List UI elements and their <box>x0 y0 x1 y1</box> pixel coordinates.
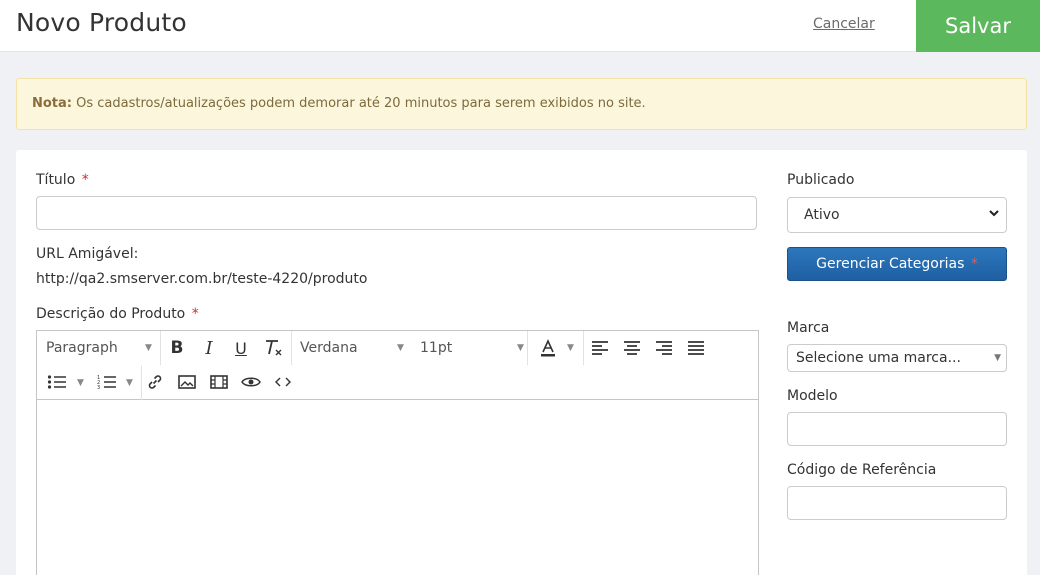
cancel-link[interactable]: Cancelar <box>813 16 875 32</box>
bullet-list-icon[interactable] <box>46 371 68 393</box>
codigo-input[interactable] <box>787 486 1007 520</box>
descricao-label: Descrição do Produto * <box>36 306 199 322</box>
align-left-icon[interactable] <box>589 337 611 359</box>
chevron-down-icon <box>988 207 1000 223</box>
chevron-down-icon[interactable]: ▼ <box>126 378 133 388</box>
note-prefix: Nota: <box>32 96 72 111</box>
align-justify-icon[interactable] <box>685 337 707 359</box>
video-icon[interactable] <box>208 371 230 393</box>
top-bar: Novo Produto Cancelar Salvar <box>0 0 1040 52</box>
info-note: Nota: Os cadastros/atualizações podem de… <box>16 78 1027 130</box>
svg-text:3: 3 <box>97 385 100 390</box>
format-select-value: Paragraph <box>46 340 118 356</box>
titulo-label: Título * <box>36 172 89 188</box>
manage-categories-label: Gerenciar Categorias <box>816 256 965 272</box>
titulo-label-text: Título <box>36 172 76 188</box>
align-right-icon[interactable] <box>653 337 675 359</box>
font-size-value: 11pt <box>420 340 453 356</box>
toolbar-divider <box>583 331 584 365</box>
underline-icon[interactable]: U <box>230 337 252 359</box>
modelo-label: Modelo <box>787 388 838 404</box>
required-mark: * <box>191 306 199 322</box>
font-select[interactable]: Verdana ▼ <box>300 331 410 365</box>
url-label: URL Amigável: <box>36 246 139 262</box>
italic-icon[interactable]: I <box>198 337 220 359</box>
numbered-list-icon[interactable]: 123 <box>96 371 118 393</box>
chevron-down-icon: ▼ <box>397 343 404 353</box>
toolbar-divider <box>160 331 161 365</box>
font-select-value: Verdana <box>300 340 358 356</box>
marca-label: Marca <box>787 320 830 336</box>
link-icon[interactable] <box>144 371 166 393</box>
chevron-down-icon: ▼ <box>994 353 1001 363</box>
chevron-down-icon: ▼ <box>517 343 524 353</box>
code-icon[interactable] <box>272 371 294 393</box>
titulo-input[interactable] <box>36 196 757 230</box>
publicado-label: Publicado <box>787 172 855 188</box>
editor-content-area[interactable] <box>37 401 758 575</box>
editor-toolbar: Paragraph ▼ B I U Verdana ▼ 11pt ▼ ▼ ▼ 1… <box>37 331 758 400</box>
codigo-label: Código de Referência <box>787 462 937 478</box>
format-select[interactable]: Paragraph ▼ <box>46 331 158 365</box>
rich-text-editor: Paragraph ▼ B I U Verdana ▼ 11pt ▼ ▼ ▼ 1… <box>36 330 759 575</box>
publicado-select[interactable]: Ativo <box>787 197 1007 233</box>
marca-select[interactable]: Selecione uma marca... ▼ <box>787 344 1007 372</box>
image-icon[interactable] <box>176 371 198 393</box>
note-text: Os cadastros/atualizações podem demorar … <box>76 96 646 111</box>
descricao-label-text: Descrição do Produto <box>36 306 186 322</box>
save-button[interactable]: Salvar <box>916 0 1040 52</box>
publicado-value: Ativo <box>804 207 840 223</box>
align-center-icon[interactable] <box>621 337 643 359</box>
font-size-select[interactable]: 11pt ▼ <box>420 331 525 365</box>
chevron-down-icon: ▼ <box>145 343 152 353</box>
required-mark: * <box>970 256 978 272</box>
font-color-icon[interactable] <box>537 337 559 359</box>
page-title: Novo Produto <box>16 8 187 37</box>
toolbar-divider <box>527 331 528 365</box>
required-mark: * <box>81 172 89 188</box>
manage-categories-button[interactable]: Gerenciar Categorias * <box>787 247 1007 281</box>
chevron-down-icon[interactable]: ▼ <box>567 343 574 353</box>
chevron-down-icon[interactable]: ▼ <box>77 378 84 388</box>
marca-value: Selecione uma marca... <box>796 350 961 366</box>
preview-icon[interactable] <box>240 371 262 393</box>
toolbar-divider <box>291 331 292 365</box>
toolbar-divider <box>141 366 142 400</box>
modelo-input[interactable] <box>787 412 1007 446</box>
url-value: http://qa2.smserver.com.br/teste-4220/pr… <box>36 271 368 287</box>
clear-format-icon[interactable] <box>262 337 284 359</box>
bold-icon[interactable]: B <box>166 337 188 359</box>
